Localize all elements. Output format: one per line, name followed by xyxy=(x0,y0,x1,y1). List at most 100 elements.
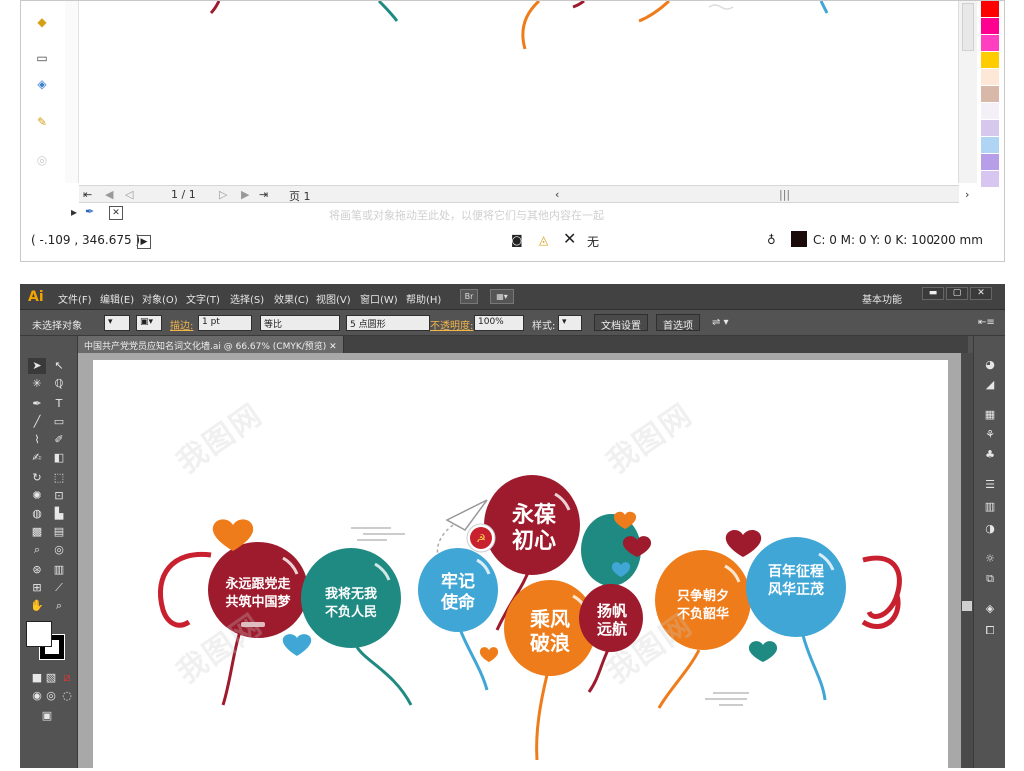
graphic-styles-icon[interactable]: ⧉ xyxy=(981,572,999,588)
color-swatch[interactable] xyxy=(981,1,999,18)
eyedropper-icon[interactable]: ⌕ xyxy=(28,542,46,558)
blend-icon[interactable]: ◎ xyxy=(33,153,51,169)
eyedropper-icon[interactable]: ✎ xyxy=(33,115,51,131)
close-button[interactable]: ✕ xyxy=(970,287,992,300)
last-page-icon[interactable]: ⇥ xyxy=(259,188,268,201)
stroke-label[interactable]: 描边: xyxy=(170,317,193,332)
magic-wand-icon[interactable]: ✳ xyxy=(28,376,46,392)
menu-type[interactable]: 文字(T) xyxy=(186,291,220,306)
artboards-icon[interactable]: ⧠ xyxy=(981,624,999,640)
prev-page-icon[interactable]: ◀ xyxy=(105,188,113,201)
maximize-button[interactable]: ▢ xyxy=(946,287,968,300)
hand-tool-icon[interactable]: ✋ xyxy=(28,598,46,614)
arrange-icon[interactable]: ⇌ ▾ xyxy=(712,317,729,328)
color-swatch[interactable] xyxy=(981,69,999,86)
type-tool-icon[interactable]: T xyxy=(50,396,68,412)
page-label[interactable]: 页 1 xyxy=(289,188,311,204)
zoom-tool-icon[interactable]: ⌕ xyxy=(50,598,68,614)
first-page-icon[interactable]: ⇤ xyxy=(83,188,92,201)
slice-tool-icon[interactable]: ⟋ xyxy=(50,580,68,596)
scroll-grip[interactable]: ||| xyxy=(779,188,790,201)
color-swatch[interactable] xyxy=(981,86,999,103)
menu-effect[interactable]: 效果(C) xyxy=(274,291,309,306)
color-swatch[interactable] xyxy=(981,35,999,52)
fill-swatch-dropdown[interactable]: ▾ xyxy=(104,315,130,331)
color-panel-icon[interactable]: ◕ xyxy=(981,358,999,374)
color-guide-icon[interactable]: ◢ xyxy=(981,378,999,394)
symbol-sprayer-icon[interactable]: ⊛ xyxy=(28,562,46,578)
document-tab[interactable]: 中国共产党党员应知名词文化墙.ai @ 66.67% (CMYK/预览) ✕ xyxy=(78,336,344,353)
free-transform-icon[interactable]: ⊡ xyxy=(50,488,68,504)
brush-definition[interactable]: 5 点圆形 xyxy=(346,315,430,331)
transparency-icon[interactable]: ◑ xyxy=(981,522,999,538)
stroke-panel-icon[interactable]: ☰ xyxy=(981,478,999,494)
color-swatch[interactable] xyxy=(981,18,999,35)
screen-mode-icon[interactable]: ▣ xyxy=(38,708,56,724)
shape-builder-icon[interactable]: ◈ xyxy=(33,77,51,93)
swatches-icon[interactable]: ▦ xyxy=(981,408,999,424)
scroll-right-icon[interactable]: › xyxy=(965,188,969,201)
draw-inside-icon[interactable]: ◌ xyxy=(58,688,76,704)
opacity-label[interactable]: 不透明度: xyxy=(430,317,473,332)
menu-help[interactable]: 帮助(H) xyxy=(406,291,441,306)
eraser-icon[interactable]: ◧ xyxy=(50,450,68,466)
gradient-panel-icon[interactable]: ▥ xyxy=(981,500,999,516)
arrange-documents-icon[interactable]: ▦▾ xyxy=(490,289,514,304)
color-swatch[interactable] xyxy=(981,120,999,137)
prev-icon[interactable]: ◁ xyxy=(125,188,133,201)
opacity-field[interactable]: 100% xyxy=(474,315,524,331)
shape-builder-icon[interactable]: ◍ xyxy=(28,506,46,522)
scale-icon[interactable]: ⬚ xyxy=(50,470,68,486)
variable-width-profile[interactable]: 等比 xyxy=(260,315,340,331)
stroke-swatch-dropdown[interactable]: ▣▾ xyxy=(136,315,162,331)
canvas-area[interactable]: ☭ 永远跟党走 共筑中国梦 我将无我 不负人民 牢记 使命 永葆 初心 乘风 破… xyxy=(78,353,970,768)
workspace-switcher[interactable]: 基本功能 xyxy=(862,291,902,306)
menu-select[interactable]: 选择(S) xyxy=(230,291,264,306)
brushes-icon[interactable]: ⚘ xyxy=(981,428,999,444)
color-swatch[interactable] xyxy=(981,103,999,120)
pen-icon[interactable]: ✒ xyxy=(85,205,94,218)
delete-box-icon[interactable]: ✕ xyxy=(109,205,123,220)
menu-edit[interactable]: 编辑(E) xyxy=(100,291,134,306)
color-swatch[interactable] xyxy=(981,171,999,188)
coord-menu-button[interactable]: ▶ xyxy=(137,233,151,249)
style-dropdown[interactable]: ▾ xyxy=(558,315,582,331)
play-icon[interactable]: ▸ xyxy=(71,205,77,219)
rotate-icon[interactable]: ↻ xyxy=(28,470,46,486)
color-swatch[interactable] xyxy=(981,137,999,154)
artboard[interactable]: ☭ 永远跟党走 共筑中国梦 我将无我 不负人民 牢记 使命 永葆 初心 乘风 破… xyxy=(93,360,948,768)
menu-file[interactable]: 文件(F) xyxy=(58,291,92,306)
paint-bucket-icon[interactable]: ◆ xyxy=(33,15,51,31)
menu-object[interactable]: 对象(O) xyxy=(142,291,178,306)
panel-menu-icon[interactable]: ⇤≡ xyxy=(978,317,995,328)
selection-tool-icon[interactable]: ➤ xyxy=(28,358,46,374)
perspective-grid-icon[interactable]: ▙ xyxy=(50,506,68,522)
direct-selection-icon[interactable]: ↖ xyxy=(50,358,68,374)
top-canvas[interactable] xyxy=(79,0,959,183)
color-swatch[interactable] xyxy=(981,52,999,69)
no-fill-icon[interactable]: ✕ xyxy=(563,229,576,248)
rectangle-tool-icon[interactable]: ▭ xyxy=(33,51,51,67)
preferences-button[interactable]: 首选项 xyxy=(656,314,700,332)
top-vertical-scrollbar[interactable] xyxy=(959,1,977,183)
bridge-button[interactable]: Br xyxy=(460,289,478,304)
none-mode-icon[interactable]: ⧄ xyxy=(58,670,76,686)
fill-stroke-selector[interactable] xyxy=(26,621,66,661)
symbols-icon[interactable]: ♣ xyxy=(981,448,999,464)
lasso-icon[interactable]: ℚ xyxy=(50,376,68,392)
paintbrush-icon[interactable]: ⌇ xyxy=(28,432,46,448)
next-page-icon[interactable]: ▶ xyxy=(241,188,249,201)
line-tool-icon[interactable]: ╱ xyxy=(28,414,46,430)
blend-icon[interactable]: ◎ xyxy=(50,542,68,558)
stroke-weight-field[interactable]: 1 pt xyxy=(198,315,252,331)
column-graph-icon[interactable]: ▥ xyxy=(50,562,68,578)
pencil-icon[interactable]: ✐ xyxy=(50,432,68,448)
rectangle-tool-icon[interactable]: ▭ xyxy=(50,414,68,430)
layers-icon[interactable]: ◈ xyxy=(981,602,999,618)
blob-brush-icon[interactable]: ✍ xyxy=(28,450,46,466)
appearance-icon[interactable]: ☼ xyxy=(981,552,999,568)
gradient-icon[interactable]: ▤ xyxy=(50,524,68,540)
pen-tool-icon[interactable]: ✒ xyxy=(28,396,46,412)
menu-window[interactable]: 窗口(W) xyxy=(360,291,398,306)
color-swatch[interactable] xyxy=(981,154,999,171)
